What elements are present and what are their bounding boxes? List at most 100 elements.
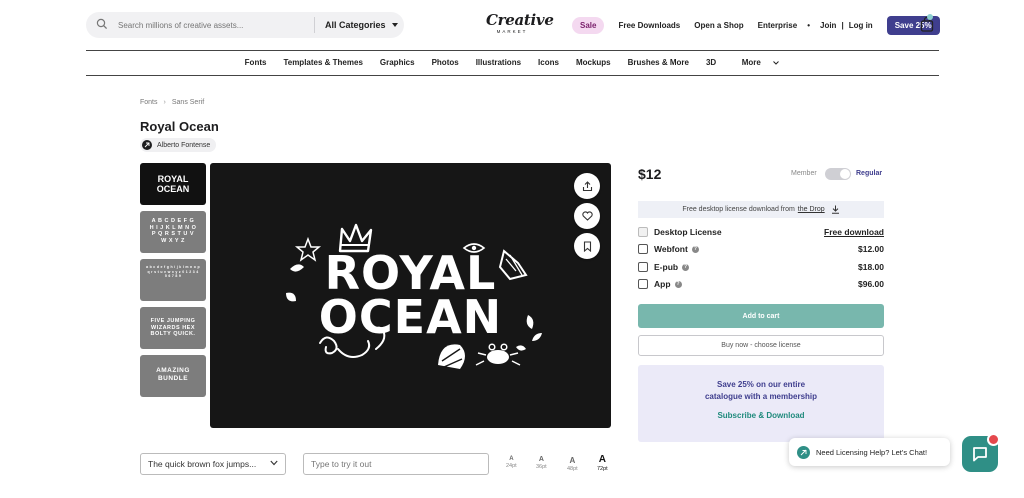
creative-market-logo[interactable]: Creative MARKET bbox=[486, 11, 554, 35]
free-downloads-link[interactable]: Free Downloads bbox=[618, 21, 680, 30]
member-label: Member bbox=[791, 170, 817, 177]
preview-text-line2: OCEAN bbox=[318, 290, 503, 344]
info-icon[interactable]: ? bbox=[674, 280, 682, 288]
author-chip[interactable]: Alberto Fontense bbox=[140, 138, 217, 152]
chat-icon bbox=[973, 447, 987, 462]
license-webfont: Webfont ? $12.00 bbox=[638, 242, 884, 256]
webfont-label: Webfont bbox=[654, 244, 688, 254]
epub-label: E-pub bbox=[654, 262, 679, 272]
app-price: $96.00 bbox=[858, 279, 884, 289]
size-72pt[interactable]: A 72pt bbox=[597, 454, 608, 472]
size-24pt[interactable]: A 24pt bbox=[506, 456, 517, 469]
free-download-link[interactable]: Free download bbox=[824, 227, 884, 237]
promo-line-1: Save 25% on our entire bbox=[716, 380, 806, 389]
thumbnail-2[interactable]: A B C D E F G H I J K L M N O P Q R S T … bbox=[140, 211, 206, 253]
categories-dropdown[interactable]: All Categories bbox=[325, 20, 398, 30]
size-24pt-glyph: A bbox=[509, 456, 514, 462]
try-it-out-input[interactable] bbox=[303, 453, 489, 475]
enterprise-link[interactable]: Enterprise bbox=[758, 21, 798, 30]
license-desktop: Desktop License Free download bbox=[638, 225, 884, 239]
category-icons[interactable]: Icons bbox=[538, 58, 559, 67]
product-title: Royal Ocean bbox=[140, 119, 219, 134]
join-link[interactable]: Join bbox=[820, 21, 836, 30]
search-icon[interactable] bbox=[96, 18, 110, 32]
category-photos[interactable]: Photos bbox=[432, 58, 459, 67]
sample-text-dropdown[interactable]: The quick brown fox jumps... bbox=[140, 453, 286, 475]
license-app: App ? $96.00 bbox=[638, 277, 884, 291]
size-48pt-label: 48pt bbox=[567, 466, 578, 472]
thumbnail-2-text: A B C D E F G H I J K L M N O P Q R S T … bbox=[149, 218, 197, 244]
subscribe-download-link[interactable]: Subscribe & Download bbox=[638, 411, 884, 420]
category-brushes-more[interactable]: Brushes & More bbox=[628, 58, 689, 67]
epub-checkbox[interactable] bbox=[638, 262, 648, 272]
search-input[interactable] bbox=[118, 20, 314, 30]
category-illustrations[interactable]: Illustrations bbox=[476, 58, 521, 67]
size-36pt-glyph: A bbox=[538, 456, 544, 463]
app-checkbox[interactable] bbox=[638, 279, 648, 289]
nav-separator: | bbox=[841, 20, 844, 30]
add-to-cart-button[interactable]: Add to cart bbox=[638, 304, 884, 328]
pricing-toggle[interactable] bbox=[825, 168, 851, 180]
epub-price: $18.00 bbox=[858, 262, 884, 272]
thumbnail-1[interactable]: ROYAL OCEAN bbox=[140, 163, 206, 205]
thumbnail-3[interactable]: a b c d e f g h i j k l m n o p q r s t … bbox=[140, 259, 206, 301]
size-24pt-label: 24pt bbox=[506, 463, 517, 469]
breadcrumb-chevron-icon: › bbox=[163, 99, 166, 106]
logo-wordmark: Creative bbox=[486, 11, 554, 29]
licensing-chat-prompt[interactable]: Need Licensing Help? Let's Chat! bbox=[789, 438, 950, 466]
sample-text-value: The quick brown fox jumps... bbox=[148, 459, 257, 469]
chat-bubble-icon bbox=[797, 445, 810, 459]
free-license-banner: Free desktop license download from the D… bbox=[638, 201, 884, 218]
thumbnail-5[interactable]: AMAZING BUNDLE bbox=[140, 355, 206, 397]
top-nav: Sale Free Downloads Open a Shop Enterpri… bbox=[572, 15, 940, 35]
buy-now-button[interactable]: Buy now - choose license bbox=[638, 335, 884, 356]
category-nav: Fonts Templates & Themes Graphics Photos… bbox=[0, 58, 1024, 67]
membership-promo: Save 25% on our entire catalogue with a … bbox=[638, 365, 884, 442]
chat-prompt-text: Need Licensing Help? Let's Chat! bbox=[816, 447, 928, 457]
thumbnail-1-text: ROYAL OCEAN bbox=[156, 174, 190, 194]
info-icon[interactable]: ? bbox=[691, 245, 699, 253]
cart-badge bbox=[927, 14, 933, 20]
more-label: More bbox=[741, 58, 761, 67]
login-link[interactable]: Log in bbox=[849, 21, 873, 30]
nav-bullet: • bbox=[807, 20, 810, 30]
category-mockups[interactable]: Mockups bbox=[576, 58, 611, 67]
info-icon[interactable]: ? bbox=[682, 263, 690, 271]
app-label: App bbox=[654, 279, 671, 289]
the-drop-link[interactable]: the Drop bbox=[798, 206, 825, 213]
download-icon[interactable] bbox=[831, 205, 840, 214]
favorite-button[interactable] bbox=[574, 203, 600, 229]
author-avatar bbox=[142, 140, 152, 150]
preview-stage: ROYAL OCEAN bbox=[210, 163, 611, 428]
nav-divider bbox=[86, 75, 939, 76]
desktop-license-checkbox[interactable] bbox=[638, 227, 648, 237]
size-48pt-glyph: A bbox=[569, 456, 576, 465]
breadcrumb-fonts[interactable]: Fonts bbox=[140, 99, 158, 106]
category-fonts[interactable]: Fonts bbox=[245, 58, 267, 67]
sale-link[interactable]: Sale bbox=[572, 16, 605, 34]
category-3d[interactable]: 3D bbox=[706, 58, 716, 67]
size-48pt[interactable]: A 48pt bbox=[567, 456, 578, 472]
size-36pt[interactable]: A 36pt bbox=[536, 456, 547, 470]
thumbnail-list: ROYAL OCEAN A B C D E F G H I J K L M N … bbox=[140, 163, 206, 403]
open-shop-link[interactable]: Open a Shop bbox=[694, 21, 743, 30]
toggle-knob bbox=[840, 169, 850, 179]
logo-subtext: MARKET bbox=[496, 29, 528, 34]
breadcrumb-sans-serif[interactable]: Sans Serif bbox=[172, 99, 204, 106]
thumbnail-4[interactable]: FIVE JUMPING WIZARDS HEX BOLTY QUICK. bbox=[140, 307, 206, 349]
search-bar: All Categories bbox=[86, 12, 404, 38]
price: $12 bbox=[638, 166, 662, 182]
category-graphics[interactable]: Graphics bbox=[380, 58, 415, 67]
author-name: Alberto Fontense bbox=[157, 141, 211, 149]
webfont-price: $12.00 bbox=[858, 244, 884, 254]
category-more[interactable]: More bbox=[733, 58, 780, 67]
category-templates-themes[interactable]: Templates & Themes bbox=[283, 58, 362, 67]
share-button[interactable] bbox=[574, 173, 600, 199]
thumbnail-5-text: AMAZING BUNDLE bbox=[156, 367, 190, 382]
promo-line-2: catalogue with a membership bbox=[704, 392, 818, 401]
webfont-checkbox[interactable] bbox=[638, 244, 648, 254]
collection-button[interactable] bbox=[574, 233, 600, 259]
categories-label: All Categories bbox=[325, 20, 386, 30]
chevron-down-icon bbox=[773, 60, 780, 65]
chat-notification-badge bbox=[987, 433, 1000, 446]
